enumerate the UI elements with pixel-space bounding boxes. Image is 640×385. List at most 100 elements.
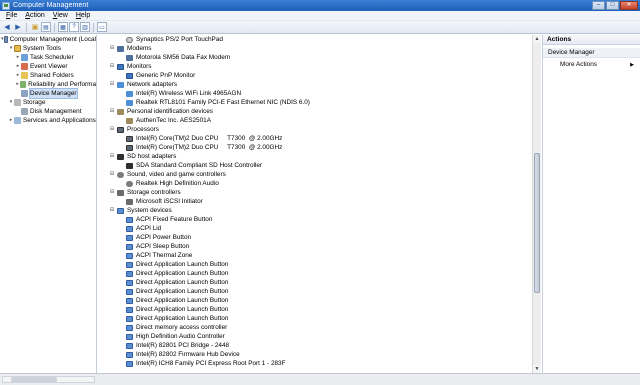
tree-item-task-scheduler[interactable]: ▸ Task Scheduler (0, 53, 96, 62)
device-category[interactable]: ⊟ System devices (99, 206, 531, 215)
menu-view[interactable]: View (49, 12, 72, 19)
scroll-thumb[interactable] (534, 153, 540, 293)
tree-item-device-manager[interactable]: Device Manager (0, 88, 96, 99)
device-item[interactable]: SDA Standard Compliant SD Host Controlle… (99, 161, 531, 170)
device-item[interactable]: Intel(R) 82802 Firmware Hub Device (99, 350, 531, 359)
status-bar (0, 373, 640, 385)
device-manager-icon (21, 90, 28, 97)
device-item[interactable]: Motorola SM56 Data Fax Modem (99, 53, 531, 62)
device-label: ACPI Power Button (136, 234, 192, 241)
device-item[interactable]: Synaptics PS/2 Port TouchPad (99, 35, 531, 44)
maximize-button[interactable]: □ (606, 1, 619, 10)
scroll-down-arrow-icon[interactable]: ▼ (533, 365, 541, 373)
tree-item-computer-management-local[interactable]: ▾ Computer Management (Local (0, 35, 96, 44)
device-item[interactable]: ACPI Lid (99, 224, 531, 233)
more-actions-item[interactable]: More Actions ▶ (543, 60, 640, 70)
device-item[interactable]: Direct Application Launch Button (99, 314, 531, 323)
menu-help[interactable]: Help (72, 12, 94, 19)
device-item[interactable]: Intel(R) Core(TM)2 Duo CPU T7300 @ 2.00G… (99, 143, 531, 152)
device-item[interactable]: Realtek RTL8101 Family PCI-E Fast Ethern… (99, 98, 531, 107)
show-hide-tree-icon[interactable]: ▤ (41, 22, 51, 32)
network-adapter-icon (126, 99, 133, 106)
device-label: Intel(R) ICH8 Family PCI Express Root Po… (136, 360, 286, 367)
collapse-icon[interactable]: ⊟ (108, 62, 116, 71)
device-category[interactable]: ⊟ Processors (99, 125, 531, 134)
forward-arrow-icon[interactable]: ▶ (13, 22, 23, 32)
device-label: Generic PnP Monitor (136, 72, 196, 79)
tree-item-storage[interactable]: ▾ Storage (0, 98, 96, 107)
actions-section-device-manager[interactable]: Device Manager (543, 48, 640, 58)
tree-item-reliability-and-performa[interactable]: ▸ Reliability and Performa (0, 80, 96, 89)
device-category[interactable]: ⊟ Personal identification devices (99, 107, 531, 116)
device-item[interactable]: AuthenTec Inc. AES2501A (99, 116, 531, 125)
properties-icon[interactable]: ▦ (58, 22, 68, 32)
device-category[interactable]: ⊟ Storage controllers (99, 188, 531, 197)
device-item[interactable]: Direct Application Launch Button (99, 260, 531, 269)
navigation-tree: ▾ Computer Management (Local ▾ System Tools… (0, 35, 97, 373)
device-item[interactable]: ACPI Thermal Zone (99, 251, 531, 260)
device-item[interactable]: ACPI Sleep Button (99, 242, 531, 251)
device-item[interactable]: Direct Application Launch Button (99, 269, 531, 278)
device-item[interactable]: ACPI Power Button (99, 233, 531, 242)
horizontal-scrollbar[interactable] (2, 376, 95, 383)
device-item[interactable]: Intel(R) 82801 PCI Bridge - 2448 (99, 341, 531, 350)
tree-item-event-viewer[interactable]: ▸ Event Viewer (0, 62, 96, 71)
device-item[interactable]: Realtek High Definition Audio (99, 179, 531, 188)
device-label: ACPI Fixed Feature Button (136, 216, 213, 223)
event-viewer-icon (21, 63, 28, 70)
device-category[interactable]: ⊟ Modems (99, 44, 531, 53)
device-label: Direct Application Launch Button (136, 270, 229, 277)
device-item[interactable]: Direct Application Launch Button (99, 278, 531, 287)
tree-item-services-and-applications[interactable]: ▸ Services and Applications (0, 116, 96, 125)
device-item[interactable]: Direct memory access controller (99, 323, 531, 332)
system-device-icon (126, 252, 133, 259)
sd-card-icon (117, 153, 124, 160)
processor-icon (126, 144, 133, 151)
tree-item-shared-folders[interactable]: ▸ Shared Folders (0, 71, 96, 80)
collapse-icon[interactable]: ⊟ (108, 80, 116, 89)
performance-icon (20, 81, 27, 88)
horizontal-scroll-thumb[interactable] (11, 377, 57, 382)
collapse-icon[interactable]: ⊟ (108, 152, 116, 161)
device-item[interactable]: Intel(R) Core(TM)2 Duo CPU T7300 @ 2.00G… (99, 134, 531, 143)
system-device-icon (126, 333, 133, 340)
tree-item-disk-management[interactable]: Disk Management (0, 107, 96, 116)
collapse-icon[interactable]: ⊟ (108, 188, 116, 197)
device-item[interactable]: Direct Application Launch Button (99, 305, 531, 314)
device-category[interactable]: ⊟ Network adapters (99, 80, 531, 89)
menu-file[interactable]: File (2, 12, 21, 19)
tree-item-label: Services and Applications (23, 117, 96, 124)
collapse-icon[interactable]: ⊟ (108, 44, 116, 53)
tree-item-label: Device Manager (29, 88, 78, 99)
tree-item-system-tools[interactable]: ▾ System Tools (0, 44, 96, 53)
device-category[interactable]: ⊟ Sound, video and game controllers (99, 170, 531, 179)
up-folder-icon[interactable]: ▣ (30, 22, 40, 32)
menu-action[interactable]: Action (21, 12, 48, 19)
device-item[interactable]: Direct Application Launch Button (99, 296, 531, 305)
system-device-icon (126, 225, 133, 232)
collapse-icon[interactable]: ⊟ (108, 125, 116, 134)
device-item[interactable]: Direct Application Launch Button (99, 287, 531, 296)
back-arrow-icon[interactable]: ◀ (2, 22, 12, 32)
view-icon[interactable]: ▥ (80, 22, 90, 32)
close-button[interactable]: ✕ (620, 1, 638, 10)
fingerprint-icon (126, 117, 133, 124)
disk-icon (21, 108, 28, 115)
computer-icon[interactable]: ▭ (97, 22, 107, 32)
device-category[interactable]: ⊟ SD host adapters (99, 152, 531, 161)
device-item[interactable]: Microsoft iSCSI Initiator (99, 197, 531, 206)
scroll-up-arrow-icon[interactable]: ▲ (533, 35, 541, 43)
device-category[interactable]: ⊟ Monitors (99, 62, 531, 71)
vertical-scrollbar[interactable]: ▲ ▼ (532, 35, 541, 373)
help-icon[interactable]: ? (69, 22, 79, 32)
device-item[interactable]: Intel(R) Wireless WiFi Link 4965AGN (99, 89, 531, 98)
services-icon (14, 117, 21, 124)
minimize-button[interactable]: – (592, 1, 605, 10)
device-item[interactable]: Intel(R) ICH8 Family PCI Express Root Po… (99, 359, 531, 368)
collapse-icon[interactable]: ⊟ (108, 107, 116, 116)
device-item[interactable]: ACPI Fixed Feature Button (99, 215, 531, 224)
collapse-icon[interactable]: ⊟ (108, 170, 116, 179)
device-item[interactable]: Generic PnP Monitor (99, 71, 531, 80)
device-item[interactable]: High Definition Audio Controller (99, 332, 531, 341)
collapse-icon[interactable]: ⊟ (108, 206, 116, 215)
